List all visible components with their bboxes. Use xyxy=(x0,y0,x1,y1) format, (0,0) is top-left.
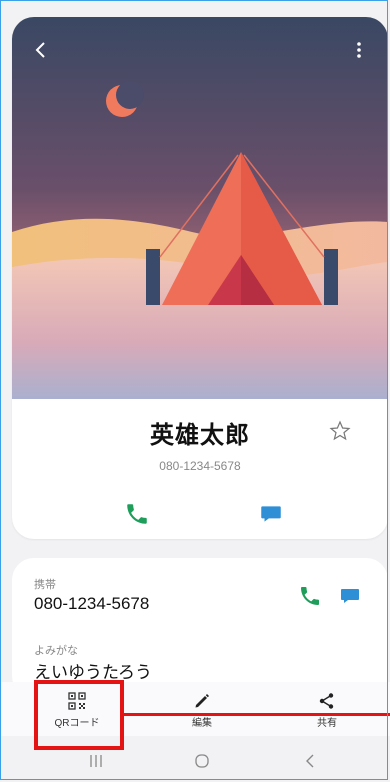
more-vertical-icon xyxy=(357,42,361,58)
phone-icon xyxy=(127,504,147,524)
mobile-number[interactable]: 080-1234-5678 xyxy=(34,594,149,614)
nav-back-button[interactable] xyxy=(296,750,324,772)
phone-icon xyxy=(301,587,319,605)
share-label: 共有 xyxy=(317,718,337,729)
contact-details-card: 携帯 080-1234-5678 よみがな えいゆうたろう xyxy=(12,558,388,698)
message-button[interactable] xyxy=(258,501,284,527)
reading-value: えいゆうたろう xyxy=(34,663,152,682)
edit-label: 編集 xyxy=(192,718,212,729)
qr-code-button[interactable]: QRコード xyxy=(27,690,127,729)
qr-code-label: QRコード xyxy=(54,718,100,729)
call-button[interactable] xyxy=(124,501,150,527)
home-button[interactable] xyxy=(188,750,216,772)
more-options-button[interactable] xyxy=(344,35,374,65)
recent-apps-button[interactable] xyxy=(82,750,110,772)
reading-label: よみがな xyxy=(34,645,78,657)
message-icon xyxy=(341,589,359,603)
pencil-icon xyxy=(195,694,209,708)
back-button[interactable] xyxy=(26,35,56,65)
favorite-star-icon[interactable] xyxy=(328,419,352,443)
edit-button[interactable]: 編集 xyxy=(152,690,252,729)
mobile-message-button[interactable] xyxy=(338,584,362,608)
recent-apps-icon xyxy=(90,755,102,767)
back-icon xyxy=(306,754,314,768)
share-icon xyxy=(319,693,334,709)
qr-code-icon xyxy=(68,692,86,710)
contact-cover-illustration xyxy=(12,17,388,399)
system-navigation-bar xyxy=(0,740,390,782)
share-button[interactable]: 共有 xyxy=(277,690,377,729)
contact-phone-summary: 080-1234-5678 xyxy=(159,459,241,473)
mobile-label: 携帯 xyxy=(34,579,56,591)
mobile-call-button[interactable] xyxy=(298,584,322,608)
chevron-left-icon xyxy=(35,42,45,58)
bottom-toolbar: QRコード 編集 共有 xyxy=(0,682,390,736)
home-icon xyxy=(195,754,209,768)
contact-profile-card: 英雄太郎 080-1234-5678 xyxy=(12,17,388,539)
message-icon xyxy=(261,506,281,522)
